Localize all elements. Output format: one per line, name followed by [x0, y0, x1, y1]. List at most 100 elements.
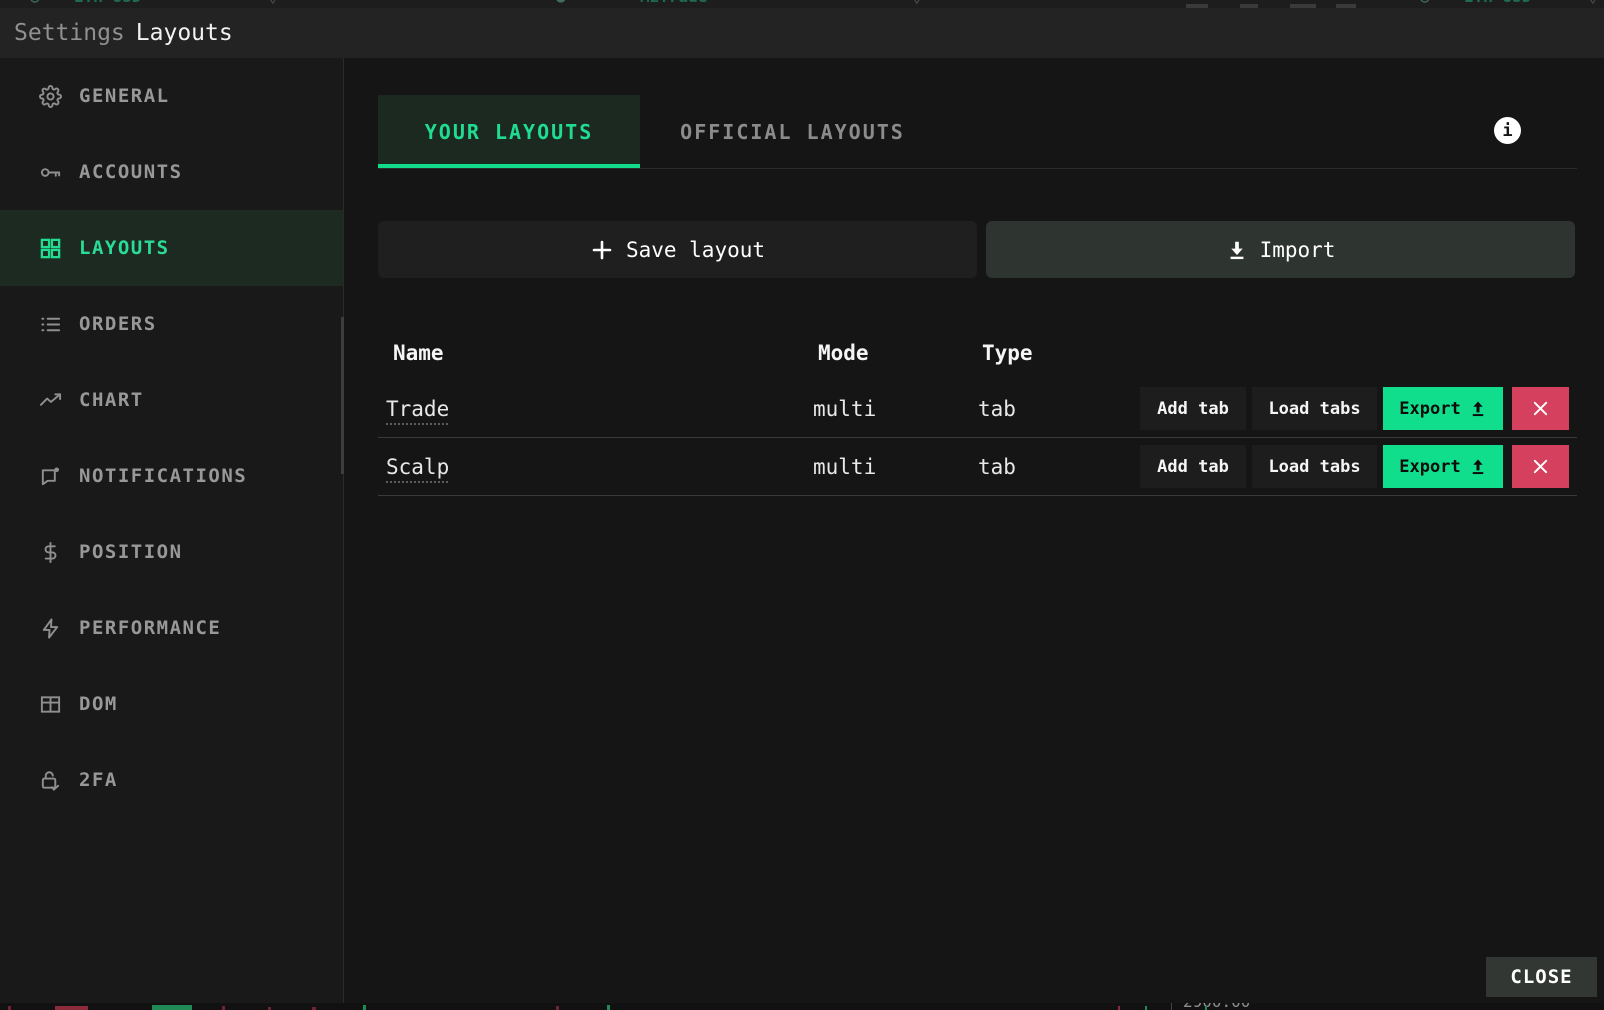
tab-your-layouts[interactable]: YOUR LAYOUTS	[378, 95, 640, 168]
sidebar-item-chart[interactable]: CHART	[0, 362, 343, 438]
axis-line	[1171, 1003, 1172, 1010]
candle-fragment	[222, 1006, 225, 1010]
bolt-icon	[38, 616, 62, 640]
table-row: Scalp multi tab Add tab Load tabs Export	[378, 438, 1577, 496]
background-app-bottom-strip: 2900.00	[0, 1003, 1604, 1010]
lock-check-icon	[38, 768, 62, 792]
table-header-row: Name Mode Type	[378, 325, 1577, 380]
layouts-panel: YOUR LAYOUTS OFFICIAL LAYOUTS i Save lay…	[345, 58, 1604, 1003]
column-header-name: Name	[393, 340, 444, 365]
layouts-table: Name Mode Type Trade multi tab Add tab L…	[378, 325, 1577, 496]
load-tabs-button[interactable]: Load tabs	[1252, 387, 1377, 430]
title-context: Settings	[14, 20, 125, 46]
column-header-type: Type	[982, 340, 1033, 365]
export-button[interactable]: Export	[1383, 387, 1503, 430]
sidebar-item-label: CHART	[79, 389, 144, 411]
page-title: Layouts	[135, 20, 233, 46]
candle-fragment	[152, 1005, 192, 1010]
sidebar-item-label: ACCOUNTS	[79, 161, 183, 183]
background-symbol-left: ETH-USD	[74, 0, 141, 6]
settings-titlebar: Settings Layouts	[0, 8, 1604, 58]
candle-fragment	[1145, 1006, 1147, 1010]
sidebar-scrollbar-thumb[interactable]	[341, 317, 344, 474]
table-row: Trade multi tab Add tab Load tabs Export	[378, 380, 1577, 438]
sidebar-item-label: ORDERS	[79, 313, 157, 335]
coin-icon: ◎	[30, 0, 40, 6]
layout-type-cell: tab	[978, 454, 1016, 479]
tabbar-divider	[378, 168, 1577, 169]
sidebar-item-label: DOM	[79, 693, 118, 715]
sidebar-item-layouts[interactable]: LAYOUTS	[0, 210, 343, 286]
layout-mode-cell: multi	[813, 396, 877, 421]
candle-fragment	[1205, 1006, 1207, 1010]
candle-fragment	[8, 1006, 11, 1010]
settings-sidebar: GENERAL ACCOUNTS LAYOUTS ORDERS CHART NO…	[0, 58, 344, 1003]
candle-fragment	[55, 1006, 88, 1010]
info-icon: i	[1502, 120, 1513, 141]
delete-layout-button[interactable]	[1512, 387, 1569, 430]
export-label: Export	[1399, 398, 1461, 419]
load-tabs-button[interactable]: Load tabs	[1252, 445, 1377, 488]
chevron-down-icon: ⌄	[268, 0, 278, 6]
candle-fragment	[1118, 1006, 1120, 1010]
list-icon	[38, 312, 62, 336]
key-icon	[38, 160, 62, 184]
load-tabs-label: Load tabs	[1268, 398, 1361, 419]
sidebar-item-label: PERFORMANCE	[79, 617, 222, 639]
sidebar-item-performance[interactable]: PERFORMANCE	[0, 590, 343, 666]
column-header-mode: Mode	[818, 340, 869, 365]
grid-icon	[38, 236, 62, 260]
sidebar-item-orders[interactable]: ORDERS	[0, 286, 343, 362]
upload-icon	[1469, 399, 1487, 419]
background-symbol-right: ETH-USD	[1464, 0, 1531, 6]
table-icon	[38, 692, 62, 716]
layout-type-cell: tab	[978, 396, 1016, 421]
sidebar-item-label: LAYOUTS	[79, 237, 170, 259]
settings-window: ◎ ETH-USD ⌄ ● MzTrade ⌄ ◎ ETH-USD ⌄ Sett…	[0, 0, 1604, 1010]
layout-name-cell[interactable]: Trade	[386, 397, 449, 421]
gear-icon	[38, 84, 62, 108]
sidebar-item-label: 2FA	[79, 769, 118, 791]
message-dot-icon	[38, 464, 62, 488]
download-icon	[1226, 238, 1248, 262]
chevron-down-icon: ⌄	[1588, 0, 1598, 6]
save-layout-label: Save layout	[625, 237, 766, 262]
add-tab-button[interactable]: Add tab	[1140, 387, 1246, 430]
background-app-top-strip: ◎ ETH-USD ⌄ ● MzTrade ⌄ ◎ ETH-USD ⌄	[0, 0, 1604, 8]
sidebar-item-label: NOTIFICATIONS	[79, 465, 248, 487]
load-tabs-label: Load tabs	[1268, 456, 1361, 477]
add-tab-label: Add tab	[1157, 456, 1229, 477]
close-x-icon	[1532, 458, 1549, 475]
import-button[interactable]: Import	[986, 221, 1575, 278]
sidebar-item-dom[interactable]: DOM	[0, 666, 343, 742]
export-button[interactable]: Export	[1383, 445, 1503, 488]
layout-name-cell[interactable]: Scalp	[386, 455, 449, 479]
export-label: Export	[1399, 456, 1461, 477]
sidebar-item-label: GENERAL	[79, 85, 170, 107]
layout-mode-cell: multi	[813, 454, 877, 479]
info-button[interactable]: i	[1494, 117, 1521, 144]
sidebar-item-general[interactable]: GENERAL	[0, 58, 343, 134]
background-price-label: 2900.00	[1183, 1003, 1250, 1010]
chevron-down-icon: ⌄	[912, 0, 922, 6]
tab-label: OFFICIAL LAYOUTS	[680, 119, 905, 144]
tab-official-layouts[interactable]: OFFICIAL LAYOUTS	[640, 95, 945, 168]
active-tab-underline	[378, 164, 640, 168]
dollar-icon	[38, 540, 62, 564]
candle-fragment	[363, 1005, 366, 1010]
add-tab-button[interactable]: Add tab	[1140, 445, 1246, 488]
sidebar-item-notifications[interactable]: NOTIFICATIONS	[0, 438, 343, 514]
tab-label: YOUR LAYOUTS	[424, 119, 594, 144]
sidebar-item-accounts[interactable]: ACCOUNTS	[0, 134, 343, 210]
close-label: CLOSE	[1510, 966, 1573, 988]
sidebar-item-position[interactable]: POSITION	[0, 514, 343, 590]
chart-line-icon	[38, 388, 62, 412]
save-layout-button[interactable]: Save layout	[378, 221, 977, 278]
sidebar-item-2fa[interactable]: 2FA	[0, 742, 343, 818]
delete-layout-button[interactable]	[1512, 445, 1569, 488]
close-button[interactable]: CLOSE	[1486, 957, 1597, 997]
plus-icon	[590, 238, 614, 262]
coin-icon: ◎	[1420, 0, 1430, 6]
candle-fragment	[556, 1006, 559, 1010]
add-tab-label: Add tab	[1157, 398, 1229, 419]
